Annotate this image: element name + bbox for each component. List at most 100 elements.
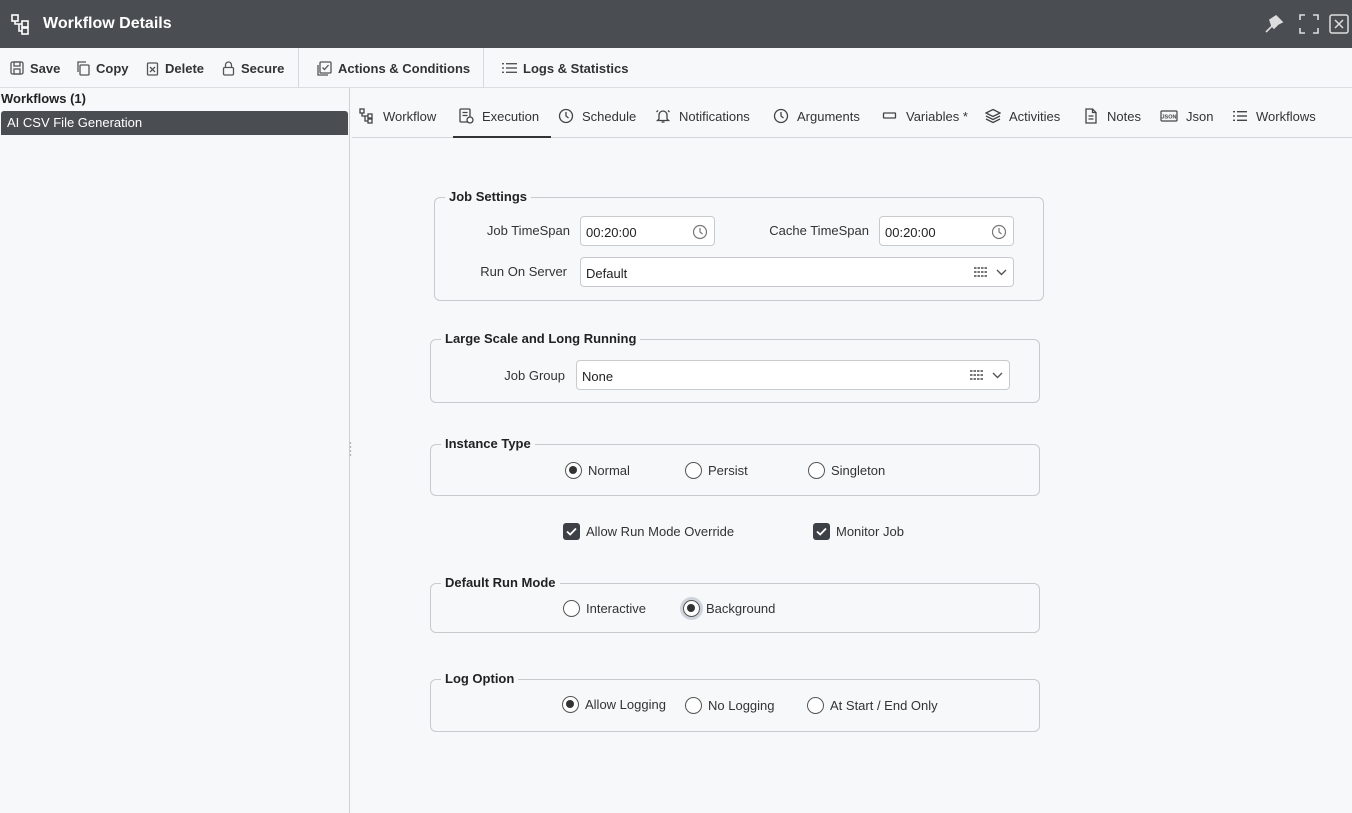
svg-text:JSON: JSON: [1162, 115, 1177, 121]
actions-conditions-button[interactable]: Actions & Conditions: [317, 48, 470, 88]
radio-indicator: [685, 462, 702, 479]
log-allow-logging-radio[interactable]: Allow Logging: [562, 696, 666, 713]
log-option-title: Log Option: [441, 671, 519, 686]
default-run-mode-title: Default Run Mode: [441, 575, 560, 590]
save-icon: [10, 61, 24, 75]
pin-icon[interactable]: [1263, 13, 1285, 35]
cache-timespan-value: 00:20:00: [885, 225, 936, 240]
radio-label: No Logging: [708, 698, 775, 713]
secure-label: Secure: [241, 60, 285, 76]
tab-workflow[interactable]: Workflow: [359, 106, 441, 138]
tab-arguments[interactable]: Arguments: [773, 106, 860, 138]
secure-button[interactable]: Secure: [222, 48, 284, 88]
clock-icon: [558, 108, 574, 124]
instance-singleton-radio[interactable]: Singleton: [808, 462, 885, 479]
radio-label: Normal: [588, 463, 630, 478]
tab-workflows[interactable]: Workflows: [1232, 106, 1316, 138]
checkbox-box: [563, 523, 580, 540]
workflow-icon: [11, 13, 33, 35]
job-timespan-input[interactable]: 00:20:00: [580, 216, 715, 246]
log-start-end-only-radio[interactable]: At Start / End Only: [807, 697, 938, 714]
tab-json[interactable]: JSON Json: [1160, 106, 1213, 138]
list-icon: [1232, 108, 1248, 124]
job-timespan-label: Job TimeSpan: [486, 223, 570, 238]
clock-icon: [773, 108, 789, 124]
chevron-down-icon[interactable]: [996, 267, 1007, 277]
toolbar-divider: [298, 48, 299, 88]
job-group-label: Job Group: [504, 368, 565, 383]
radio-indicator: [683, 600, 700, 617]
monitor-job-checkbox[interactable]: Monitor Job: [813, 523, 904, 540]
grid-icon[interactable]: [970, 370, 983, 380]
tab-bar: Workflow Execution Schedule Notification…: [352, 88, 1352, 138]
run-mode-background-radio[interactable]: Background: [683, 600, 775, 617]
copy-button[interactable]: Copy: [76, 48, 129, 88]
list-icon: [502, 62, 517, 74]
tab-label: Workflows: [1256, 109, 1316, 124]
instance-type-title: Instance Type: [441, 436, 535, 451]
tab-variables[interactable]: Variables *: [882, 106, 968, 138]
json-icon: JSON: [1160, 108, 1178, 124]
copy-icon: [76, 60, 90, 76]
clock-icon[interactable]: [692, 224, 708, 240]
instance-normal-radio[interactable]: Normal: [565, 462, 630, 479]
tab-label: Execution: [482, 109, 540, 124]
radio-indicator: [565, 462, 582, 479]
save-label: Save: [30, 60, 61, 76]
rectangle-icon: [882, 108, 898, 124]
cache-timespan-label: Cache TimeSpan: [769, 223, 869, 238]
tab-label: Activities: [1009, 109, 1061, 124]
tab-label: Schedule: [582, 109, 637, 124]
checkbox-box: [813, 523, 830, 540]
tab-schedule[interactable]: Schedule: [558, 106, 636, 138]
radio-label: Background: [706, 601, 776, 616]
log-no-logging-radio[interactable]: No Logging: [685, 697, 775, 714]
radio-label: Singleton: [831, 463, 886, 478]
radio-indicator: [562, 696, 579, 713]
tab-notes[interactable]: Notes: [1083, 106, 1141, 138]
tab-label: Notes: [1107, 109, 1141, 124]
tab-label: Arguments: [797, 109, 860, 124]
tab-activities[interactable]: Activities: [985, 106, 1060, 138]
window-title: Workflow Details: [43, 15, 172, 32]
instance-persist-radio[interactable]: Persist: [685, 462, 748, 479]
delete-button[interactable]: Delete: [146, 48, 204, 88]
maximize-icon[interactable]: [1298, 13, 1320, 35]
tab-label: Notifications: [679, 109, 750, 124]
close-icon[interactable]: [1328, 13, 1350, 35]
execution-icon: [458, 108, 474, 124]
logs-statistics-button[interactable]: Logs & Statistics: [502, 48, 628, 88]
tab-label: Variables *: [906, 109, 968, 124]
job-group-select[interactable]: None: [576, 360, 1010, 390]
allow-run-mode-override-checkbox[interactable]: Allow Run Mode Override: [563, 523, 734, 540]
radio-label: Allow Logging: [585, 697, 666, 712]
large-scale-title: Large Scale and Long Running: [441, 331, 641, 346]
logs-label: Logs & Statistics: [523, 60, 629, 76]
tab-execution[interactable]: Execution: [453, 106, 551, 138]
radio-label: At Start / End Only: [830, 698, 938, 713]
run-on-server-label: Run On Server: [480, 264, 567, 279]
run-on-server-select[interactable]: Default: [580, 257, 1014, 287]
run-mode-interactive-radio[interactable]: Interactive: [563, 600, 646, 617]
clock-icon[interactable]: [991, 224, 1007, 240]
toolbar: Save Copy Delete Secure Actions & Condit…: [0, 48, 1352, 88]
radio-indicator: [807, 697, 824, 714]
delete-label: Delete: [165, 60, 205, 76]
cache-timespan-input[interactable]: 00:20:00: [879, 216, 1014, 246]
job-settings-title: Job Settings: [445, 189, 532, 204]
layers-icon: [985, 108, 1001, 124]
grid-icon[interactable]: [974, 267, 987, 277]
lock-icon: [222, 60, 235, 76]
tab-notifications[interactable]: Notifications: [655, 106, 750, 138]
run-on-server-value: Default: [586, 266, 628, 281]
workflow-list-item[interactable]: AI CSV File Generation: [1, 111, 348, 135]
job-group-value: None: [582, 369, 614, 384]
tab-label: Workflow: [383, 109, 437, 124]
checkbox-label: Allow Run Mode Override: [586, 524, 735, 539]
chevron-down-icon[interactable]: [992, 370, 1003, 380]
title-bar: Workflow Details: [0, 0, 1352, 48]
toolbar-divider: [483, 48, 484, 88]
checkbox-label: Monitor Job: [836, 524, 904, 539]
save-button[interactable]: Save: [10, 48, 60, 88]
document-icon: [1083, 108, 1099, 124]
